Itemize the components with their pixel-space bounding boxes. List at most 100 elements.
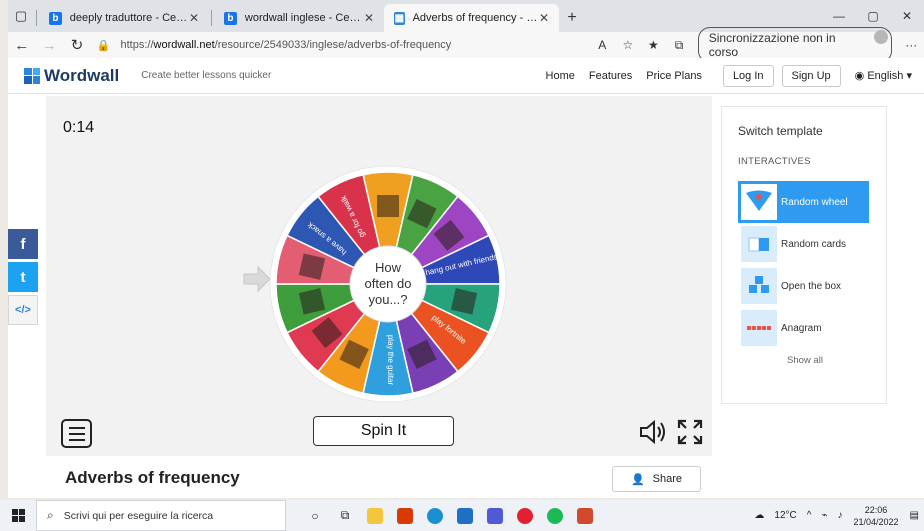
url-field[interactable]: 🔒 https://wordwall.net/resource/2549033/…	[97, 39, 590, 52]
template-open-the-box[interactable]: Open the box	[738, 265, 869, 307]
speaker-icon[interactable]	[638, 418, 668, 446]
nav-features[interactable]: Features	[589, 70, 632, 82]
signup-button[interactable]: Sign Up	[781, 64, 841, 87]
logo-mark-icon	[24, 67, 40, 84]
share-button[interactable]: 👤 Share	[612, 466, 701, 492]
search-placeholder: Scrivi qui per eseguire la ricerca	[63, 509, 214, 522]
more-icon[interactable]: ···	[898, 38, 924, 52]
activity-title-bar: Adverbs of frequency 👤 Share	[46, 458, 712, 498]
clock-time: 22:06	[864, 504, 888, 515]
store-icon[interactable]	[450, 500, 480, 531]
tagline: Create better lessons quicker	[141, 70, 272, 81]
share-label: Share	[652, 473, 683, 485]
spin-button[interactable]: Spin It	[313, 416, 454, 446]
nav-price-plans[interactable]: Price Plans	[646, 70, 702, 82]
back-icon[interactable]: ←	[8, 37, 36, 54]
template-random-wheel[interactable]: Random wheel	[738, 181, 869, 223]
show-all-link[interactable]: Show all	[722, 355, 888, 366]
favorite-add-icon[interactable]: ☆	[615, 38, 641, 52]
template-sidebar: Switch template INTERACTIVES Random whee…	[721, 106, 887, 404]
weather-temp[interactable]: 12°C	[774, 510, 796, 521]
chevron-up-icon[interactable]: ^	[807, 510, 812, 521]
bing-icon: b	[224, 11, 237, 25]
random-cards-icon	[741, 226, 777, 262]
taskbar-apps: ○ ⧉	[300, 500, 600, 531]
tab-separator	[211, 10, 212, 26]
url-domain: wordwall.net	[153, 39, 215, 51]
lock-icon: 🔒	[96, 39, 111, 52]
segment-label: play the guitar	[386, 335, 395, 386]
tab-separator	[36, 10, 37, 26]
taskbar-search[interactable]: ⌕ Scrivi qui per eseguire la ricerca	[36, 500, 286, 531]
segment-photo	[377, 195, 399, 217]
template-label: Anagram	[781, 322, 822, 334]
tab-wordwall-search[interactable]: b wordwall inglese - Cerca ✕	[214, 4, 384, 32]
sync-label: Sincronizzazione non in corso	[708, 31, 836, 59]
minimize-icon[interactable]: —	[822, 9, 856, 23]
template-label: Open the box	[781, 280, 842, 292]
office-icon[interactable]	[390, 500, 420, 531]
top-nav: Home Features Price Plans Log In Sign Up…	[539, 64, 924, 87]
template-label: Random cards	[781, 238, 847, 250]
center-line-3: you...?	[368, 292, 407, 307]
anagram-icon	[741, 310, 777, 346]
tab-title: wordwall inglese - Cerca	[244, 12, 364, 24]
template-anagram[interactable]: Anagram	[738, 307, 869, 349]
reload-icon[interactable]: ↻	[63, 36, 91, 54]
social-share-bar: f t </>	[8, 229, 38, 328]
system-tray: ☁ 12°C ^ ⌁ ♪ 22:06 21/04/2022 ▤	[749, 504, 924, 528]
wordwall-logo[interactable]: Wordwall	[24, 66, 119, 86]
weather-icon[interactable]: ☁	[754, 510, 764, 521]
twitter-icon[interactable]: t	[8, 262, 38, 292]
avatar	[874, 30, 889, 44]
game-menu-button[interactable]	[61, 419, 92, 448]
wordwall-icon: ▦	[394, 11, 405, 25]
new-tab-icon[interactable]: +	[559, 4, 585, 32]
windows-icon	[11, 509, 25, 522]
login-button[interactable]: Log In	[722, 64, 774, 87]
random-wheel-icon	[741, 184, 777, 220]
url-path: /resource/2549033/inglese/adverbs-of-fre…	[214, 39, 452, 51]
close-window-icon[interactable]: ✕	[890, 9, 924, 23]
fullscreen-icon[interactable]	[676, 418, 704, 446]
template-label: Random wheel	[781, 196, 848, 208]
tab-adverbs[interactable]: ▦ Adverbs of frequency - Random ✕	[384, 4, 559, 32]
close-tab-icon[interactable]: ✕	[539, 11, 549, 25]
forward-icon[interactable]: →	[36, 37, 64, 54]
clock[interactable]: 22:06 21/04/2022	[854, 504, 899, 528]
activity-title: Adverbs of frequency	[65, 468, 240, 487]
task-view-icon[interactable]: ⧉	[330, 500, 360, 531]
tab-actions-icon[interactable]: ▢	[8, 0, 34, 32]
bing-icon: b	[49, 11, 62, 25]
close-tab-icon[interactable]: ✕	[189, 11, 199, 25]
search-icon: ⌕	[47, 508, 54, 522]
sidebar-section-label: INTERACTIVES	[738, 156, 811, 167]
nav-home[interactable]: Home	[546, 70, 575, 82]
start-button[interactable]	[0, 509, 36, 522]
favorites-icon[interactable]: ★	[641, 38, 667, 52]
random-wheel[interactable]: hang out with friendsplay fortniteplay t…	[269, 165, 507, 403]
volume-icon[interactable]: ♪	[838, 510, 843, 521]
embed-icon[interactable]: </>	[8, 295, 38, 325]
tab-title: deeply traduttore - Cerca	[69, 12, 189, 24]
tab-deeply[interactable]: b deeply traduttore - Cerca ✕	[39, 4, 209, 32]
browser-window: ▢ b deeply traduttore - Cerca ✕ b wordwa…	[8, 0, 924, 498]
language-select[interactable]: ◉ English ▾	[855, 69, 912, 82]
restore-icon[interactable]: ▢	[856, 9, 890, 23]
teams-icon[interactable]	[480, 500, 510, 531]
collections-icon[interactable]: ⧉	[666, 38, 692, 53]
powerpoint-icon[interactable]	[570, 500, 600, 531]
spotify-icon[interactable]	[540, 500, 570, 531]
notifications-icon[interactable]: ▤	[910, 510, 919, 521]
template-random-cards[interactable]: Random cards	[738, 223, 869, 265]
edge-icon[interactable]	[420, 500, 450, 531]
cortana-icon[interactable]: ○	[300, 500, 330, 531]
facebook-icon[interactable]: f	[8, 229, 38, 259]
close-tab-icon[interactable]: ✕	[364, 11, 374, 25]
network-icon[interactable]: ⌁	[821, 510, 827, 521]
globe-icon: ◉	[854, 70, 865, 82]
file-explorer-icon[interactable]	[360, 500, 390, 531]
opera-icon[interactable]	[510, 500, 540, 531]
read-aloud-icon[interactable]: A	[590, 38, 616, 52]
game-area: 0:14 hang out with friends play fortnite p…	[46, 96, 712, 456]
